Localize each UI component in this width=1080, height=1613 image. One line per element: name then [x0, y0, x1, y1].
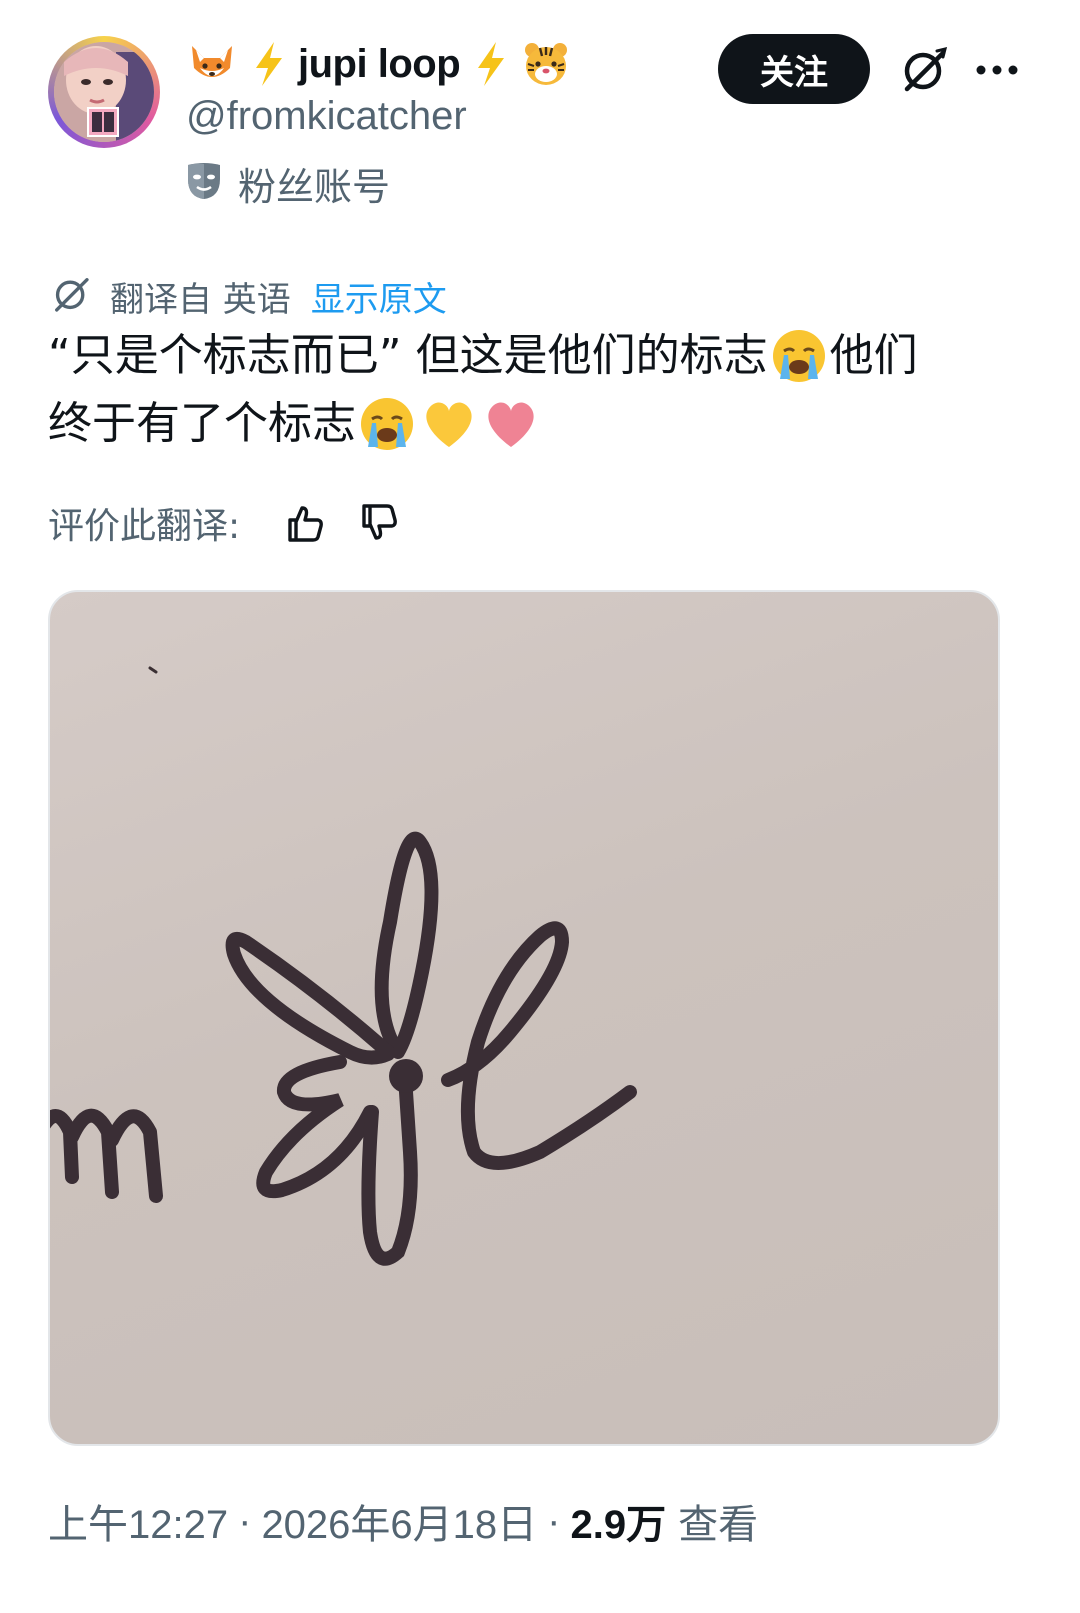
- mask-icon: [186, 161, 222, 205]
- tweet-line-1: “只是个标志而已” 但这是他们的标志 他们: [48, 322, 1048, 390]
- display-name-row[interactable]: jupi loop: [186, 36, 572, 92]
- separator: ·: [547, 1498, 561, 1543]
- view-count: 2.9万: [570, 1503, 667, 1547]
- tweet-text-segment: “只是个标志而已” 但这是他们的标志: [48, 330, 768, 381]
- tweet-text-segment: 他们: [829, 330, 918, 381]
- avatar[interactable]: [48, 36, 160, 148]
- fan-account-badge[interactable]: 粉丝账号: [186, 160, 390, 209]
- pink-heart-icon: [482, 395, 540, 453]
- crying-face-icon: [358, 395, 416, 453]
- tweet-meta: 上午12:27 · 2026年6月18日 · 2.9万 查看: [48, 1494, 758, 1548]
- lightning-icon: [464, 38, 516, 90]
- yellow-heart-icon: [420, 395, 478, 453]
- follow-button[interactable]: 关注: [718, 34, 870, 104]
- rate-translation-bar: 评价此翻译:: [48, 498, 404, 548]
- grok-icon[interactable]: [896, 42, 952, 98]
- signature-drawing: [50, 666, 637, 1266]
- thumbs-down-icon[interactable]: [354, 498, 404, 548]
- tweet-text: “只是个标志而已” 但这是他们的标志 他们 终于有了个标志: [48, 322, 1048, 458]
- tiger-icon: [520, 38, 572, 90]
- crying-face-icon: [770, 327, 828, 385]
- fan-account-label: 粉丝账号: [238, 164, 391, 209]
- user-handle[interactable]: @fromkicatcher: [186, 94, 467, 139]
- fox-icon: [186, 38, 238, 90]
- tweet-time[interactable]: 上午12:27: [48, 1492, 228, 1550]
- display-name: jupi loop: [298, 41, 461, 86]
- translation-bar: 翻译自 英语 显示原文: [50, 272, 447, 320]
- grok-translate-icon: [50, 273, 92, 319]
- tweet-date[interactable]: 2026年6月18日: [261, 1492, 537, 1550]
- tweet-line-2: 终于有了个标志: [48, 390, 1048, 458]
- views-label: 查看: [678, 1503, 759, 1547]
- thumbs-up-icon[interactable]: [280, 498, 330, 548]
- avatar-photo: [54, 42, 154, 142]
- more-options-icon[interactable]: [972, 48, 1022, 92]
- translated-from-label: 翻译自 英语: [110, 279, 291, 320]
- lightning-icon: [242, 38, 294, 90]
- separator: ·: [238, 1498, 252, 1543]
- rate-translation-label: 评价此翻译:: [48, 506, 241, 547]
- show-original-link[interactable]: 显示原文: [311, 272, 447, 321]
- tweet-text-segment: 终于有了个标志: [48, 398, 356, 449]
- tweet-media-image[interactable]: [48, 590, 1000, 1446]
